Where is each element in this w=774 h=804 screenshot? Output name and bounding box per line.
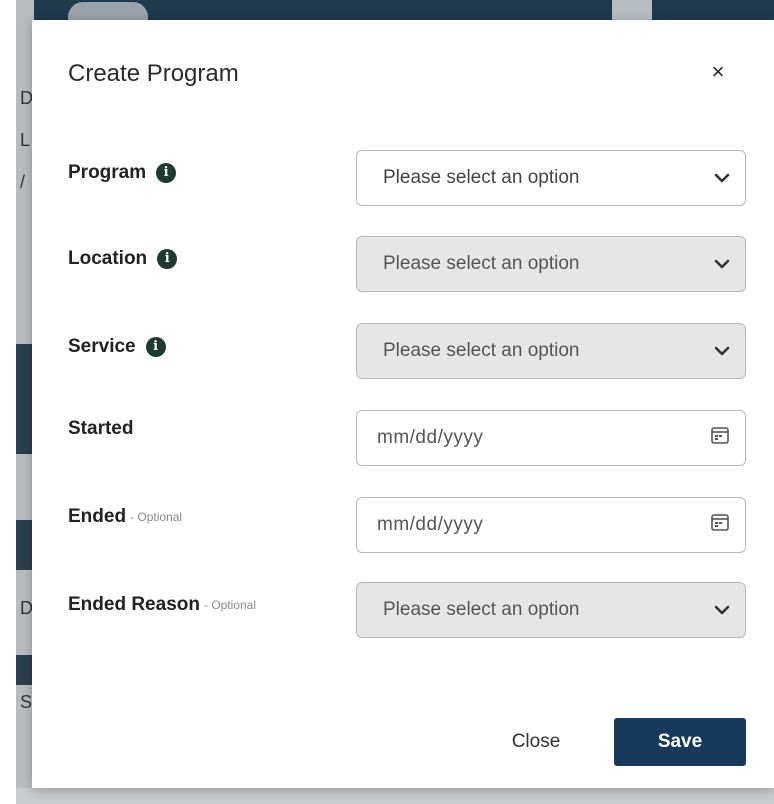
service-select[interactable]: Please select an option (356, 323, 746, 379)
program-select-value: Please select an option (383, 167, 580, 188)
location-label-row: Location i (68, 248, 178, 270)
started-date-placeholder: mm/dd/yyyy (377, 427, 484, 448)
program-label-row: Program i (68, 162, 177, 184)
close-icon[interactable]: × (706, 60, 730, 84)
service-label-row: Service i (68, 336, 166, 358)
ended-label: Ended (68, 506, 127, 527)
location-label: Location (68, 248, 148, 269)
location-select[interactable]: Please select an option (356, 236, 746, 292)
program-label: Program (68, 162, 147, 183)
calendar-icon[interactable] (709, 511, 731, 539)
info-icon[interactable]: i (157, 249, 178, 269)
modal-title: Create Program (68, 60, 239, 87)
ended-date-placeholder: mm/dd/yyyy (377, 514, 484, 535)
ended-reason-label: Ended Reason (68, 594, 200, 615)
ended-date-input[interactable]: mm/dd/yyyy (356, 497, 746, 553)
started-label-row: Started (68, 418, 133, 440)
background-text: S (20, 692, 33, 712)
service-label: Service (68, 336, 136, 357)
background-text: L (20, 130, 31, 150)
optional-hint: - Optional (203, 598, 257, 612)
close-button[interactable]: Close (500, 722, 572, 762)
info-icon[interactable]: i (145, 337, 166, 357)
location-select-value: Please select an option (383, 253, 580, 274)
chevron-down-icon (713, 255, 731, 273)
create-program-modal: Create Program × Program i Please select… (32, 20, 774, 788)
program-select[interactable]: Please select an option (356, 150, 746, 206)
ended-reason-select-value: Please select an option (383, 599, 580, 620)
ended-label-row: Ended - Optional (68, 506, 182, 528)
save-button[interactable]: Save (614, 718, 746, 766)
background-text: / (20, 172, 26, 192)
chevron-down-icon (713, 342, 731, 360)
started-label: Started (68, 418, 134, 439)
optional-hint: - Optional (130, 510, 183, 524)
started-date-input[interactable]: mm/dd/yyyy (356, 410, 746, 466)
calendar-icon[interactable] (709, 424, 731, 452)
ended-reason-label-row: Ended Reason - Optional (68, 594, 256, 616)
info-icon[interactable]: i (156, 163, 177, 183)
background-footer (16, 788, 774, 804)
chevron-down-icon (713, 169, 731, 187)
service-select-value: Please select an option (383, 340, 580, 361)
chevron-down-icon (713, 601, 731, 619)
ended-reason-select[interactable]: Please select an option (356, 582, 746, 638)
